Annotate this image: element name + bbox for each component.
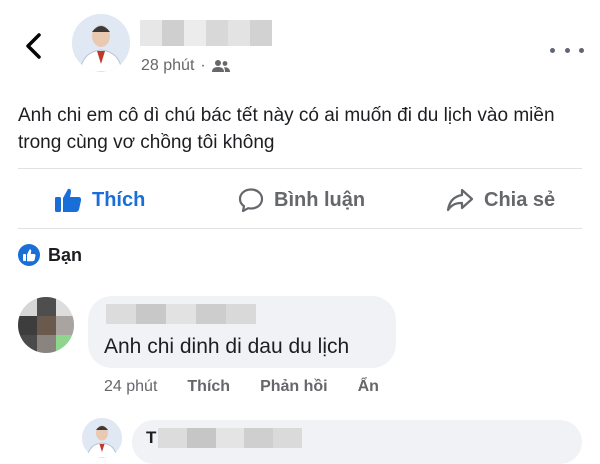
reply-avatar[interactable] [82, 418, 122, 458]
chevron-left-icon [26, 33, 41, 59]
reactions-friends[interactable]: Bạn [18, 244, 82, 266]
friends-icon [211, 60, 230, 72]
like-label: Thích [92, 188, 146, 211]
friends-label: Bạn [48, 244, 83, 265]
post-text: Anh chi em cô dì chú bác tết này có ai m… [18, 105, 555, 153]
reply-name-blurred[interactable]: T [146, 428, 302, 448]
reply-name-initial: T [146, 428, 157, 447]
share-button[interactable]: Chia sẻ [446, 182, 555, 218]
more-options-button[interactable] [550, 38, 584, 62]
meta-separator: · [200, 57, 206, 74]
comment-reply-link[interactable]: Phản hồi [260, 378, 328, 396]
comment-hide-link[interactable]: Ẩn [358, 378, 379, 396]
comment-label: Bình luận [274, 188, 366, 211]
comment-time: 24 phút [104, 378, 158, 395]
comment-icon [238, 188, 264, 213]
author-avatar[interactable] [72, 14, 130, 72]
post-meta: 28 phút · [141, 57, 230, 75]
comment-like-link[interactable]: Thích [187, 378, 230, 396]
share-label: Chia sẻ [484, 188, 556, 211]
comment-meta: 24 phút Thích Phản hồi Ẩn [104, 378, 379, 396]
divider-top [18, 168, 582, 169]
thumbs-up-icon [55, 188, 82, 212]
like-button[interactable]: Thích [54, 182, 145, 218]
post-timestamp: 28 phút [141, 57, 195, 74]
share-icon [446, 188, 474, 212]
back-button[interactable] [14, 26, 54, 66]
divider-bottom [18, 228, 582, 229]
comment-button[interactable]: Bình luận [238, 182, 365, 218]
author-name-blurred[interactable] [140, 20, 272, 46]
commenter-avatar[interactable] [18, 297, 74, 353]
commenter-name-blurred[interactable] [106, 304, 256, 324]
comment-text: Anh chi dinh di dau du lịch [104, 335, 350, 358]
like-reaction-icon [18, 244, 40, 266]
more-horizontal-icon [550, 47, 584, 53]
